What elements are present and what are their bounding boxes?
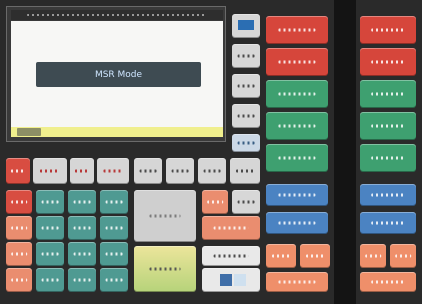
narrow-key-2[interactable] — [232, 44, 260, 68]
mid-key-2[interactable] — [232, 190, 260, 214]
left-key-3[interactable] — [6, 242, 32, 266]
bottom-key-4[interactable] — [390, 244, 416, 268]
narrow-key-3[interactable] — [232, 74, 260, 98]
product-key-6[interactable] — [266, 184, 328, 206]
product-key-7[interactable] — [266, 212, 328, 234]
numpad-key-4[interactable] — [36, 216, 64, 240]
numpad-key-00[interactable] — [68, 268, 96, 292]
product-key-8[interactable] — [360, 16, 416, 44]
numpad-key-dot[interactable] — [100, 268, 128, 292]
product-key-5[interactable] — [266, 144, 328, 172]
display-screen: MSR Mode — [11, 21, 223, 127]
left-key-2[interactable] — [6, 216, 32, 240]
numpad-key-8[interactable] — [68, 242, 96, 266]
numpad-key-3[interactable] — [100, 190, 128, 214]
product-key-4[interactable] — [266, 112, 328, 140]
narrow-key-4[interactable] — [232, 104, 260, 128]
clear-key[interactable] — [134, 190, 196, 242]
product-key-1[interactable] — [266, 16, 328, 44]
numpad-key-1[interactable] — [36, 190, 64, 214]
status-bar — [11, 10, 223, 20]
msr-mode-banner: MSR Mode — [36, 62, 201, 87]
function-key-8[interactable] — [230, 158, 260, 184]
product-key-12[interactable] — [360, 144, 416, 172]
bottom-key-2[interactable] — [300, 244, 330, 268]
mid-key-3[interactable] — [202, 216, 260, 240]
mid-key-1[interactable] — [202, 190, 228, 214]
function-key-7[interactable] — [198, 158, 226, 184]
scroll-handle[interactable] — [17, 128, 41, 136]
product-key-2[interactable] — [266, 48, 328, 76]
mid-key-5[interactable] — [202, 268, 260, 292]
bottom-key-3[interactable] — [360, 244, 386, 268]
function-key-5[interactable] — [134, 158, 162, 184]
product-key-10[interactable] — [360, 80, 416, 108]
product-key-3[interactable] — [266, 80, 328, 108]
product-key-13[interactable] — [360, 184, 416, 206]
numpad-key-6[interactable] — [100, 216, 128, 240]
bottom-key-6[interactable] — [360, 272, 416, 292]
mini-lightblue-key[interactable] — [234, 274, 246, 286]
product-key-11[interactable] — [360, 112, 416, 140]
function-key-4[interactable] — [97, 158, 129, 184]
display-panel: MSR Mode — [6, 6, 226, 142]
mini-blue-key[interactable] — [220, 274, 232, 286]
function-key-3[interactable] — [70, 158, 94, 184]
bottom-key-5[interactable] — [266, 272, 328, 292]
enter-key[interactable] — [134, 246, 196, 292]
numpad-key-9[interactable] — [100, 242, 128, 266]
left-key-1[interactable] — [6, 190, 32, 214]
function-key-2[interactable] — [33, 158, 67, 184]
numpad-key-7[interactable] — [36, 242, 64, 266]
mid-key-4[interactable] — [202, 246, 260, 266]
numpad-key-2[interactable] — [68, 190, 96, 214]
numpad-key-5[interactable] — [68, 216, 96, 240]
numpad-key-0[interactable] — [36, 268, 64, 292]
product-key-9[interactable] — [360, 48, 416, 76]
product-key-14[interactable] — [360, 212, 416, 234]
function-key-1[interactable] — [6, 158, 30, 184]
pos-terminal-screen: MSR Mode — [0, 0, 422, 304]
right-divider — [334, 0, 356, 304]
bottom-key-1[interactable] — [266, 244, 296, 268]
function-key-6[interactable] — [166, 158, 194, 184]
info-strip — [11, 127, 223, 137]
narrow-key-5[interactable] — [232, 134, 260, 152]
msr-mode-label: MSR Mode — [94, 69, 143, 80]
left-key-4[interactable] — [6, 268, 32, 292]
narrow-key-1[interactable] — [232, 14, 260, 38]
